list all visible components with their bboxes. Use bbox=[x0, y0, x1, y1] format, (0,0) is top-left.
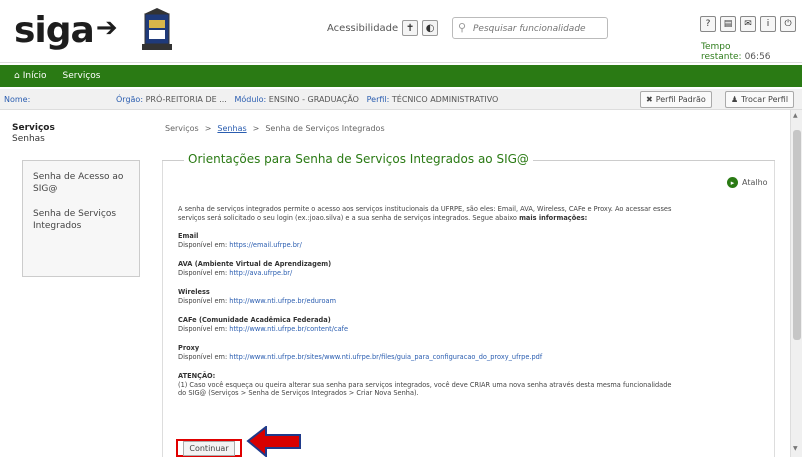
accessibility-icon[interactable]: ✝ bbox=[402, 20, 419, 36]
service-title: AVA (Ambiente Virtual de Aprendizagem) bbox=[178, 260, 332, 268]
intro-more: mais informações: bbox=[519, 213, 588, 222]
instructions: A senha de serviços integrados permite o… bbox=[178, 205, 678, 409]
user-info-bar: Nome: Órgão: PRÓ-REITORIA DE ... Módulo:… bbox=[0, 89, 802, 110]
university-crest-icon bbox=[142, 8, 172, 50]
trocar-perfil-button[interactable]: ♟ Trocar Perfil bbox=[725, 91, 795, 108]
service-link[interactable]: http://www.nti.ufrpe.br/content/cafe bbox=[229, 325, 348, 333]
breadcrumb-separator: > bbox=[252, 124, 260, 133]
service-prefix: Disponível em: bbox=[178, 296, 228, 305]
power-icon[interactable]: ⏻ bbox=[780, 16, 796, 32]
breadcrumb-servicos[interactable]: Serviços bbox=[165, 124, 199, 133]
service-title: CAFe (Comunidade Acadêmica Federada) bbox=[178, 316, 331, 324]
continue-button[interactable]: Continuar bbox=[183, 440, 235, 456]
intro-text: A senha de serviços integrados permite o… bbox=[178, 205, 672, 222]
service-section: Wireless Disponível em: http://www.nti.u… bbox=[178, 288, 678, 305]
search-input[interactable] bbox=[473, 21, 603, 36]
pin-icon: ✖ bbox=[646, 95, 653, 104]
trocar-perfil-label: Trocar Perfil bbox=[741, 95, 789, 104]
header-tools: ? ▤ ✉ i ⏻ bbox=[700, 16, 796, 32]
atalho-link[interactable]: ▸ Atalho bbox=[727, 177, 768, 188]
logo-arrow-icon: ➔ bbox=[95, 13, 118, 43]
perfil-label: Perfil: bbox=[366, 95, 390, 104]
breadcrumb-senhas[interactable]: Senhas bbox=[217, 124, 246, 133]
session-timer: Tempo restante: 06:56 bbox=[701, 42, 802, 62]
modulo-value: ENSINO - GRADUAÇÃO bbox=[268, 95, 359, 104]
search-box: ⚲ bbox=[452, 17, 608, 39]
main-menu: ⌂ Início Serviços bbox=[0, 65, 802, 87]
page-title: Orientações para Senha de Serviços Integ… bbox=[184, 152, 533, 166]
scrollbar[interactable]: ▲ ▼ bbox=[790, 110, 802, 457]
breadcrumb-current: Senha de Serviços Integrados bbox=[265, 124, 385, 133]
menu-services-label: Serviços bbox=[62, 71, 101, 81]
menu-home[interactable]: ⌂ Início bbox=[14, 71, 47, 81]
modulo-label: Módulo: bbox=[234, 95, 267, 104]
shortcut-icon: ▸ bbox=[727, 177, 738, 188]
attention-title: ATENÇÃO: bbox=[178, 372, 216, 380]
service-prefix: Disponível em: bbox=[178, 324, 228, 333]
mail-icon[interactable]: ✉ bbox=[740, 16, 756, 32]
sidebar-subtitle: Senhas bbox=[12, 134, 45, 144]
pointer-arrow-icon bbox=[246, 426, 301, 457]
service-section: Proxy Disponível em: http://www.nti.ufrp… bbox=[178, 344, 678, 361]
orgao-value: PRÓ-REITORIA DE ... bbox=[145, 95, 227, 104]
orgao-label: Órgão: bbox=[116, 95, 144, 104]
perfil-padrao-button[interactable]: ✖ Perfil Padrão bbox=[640, 91, 712, 108]
header: siga➔ Acessibilidade ✝ ◐ ⚲ ? ▤ ✉ i ⏻ Tem… bbox=[0, 0, 802, 63]
home-icon: ⌂ bbox=[14, 71, 20, 81]
service-section: Email Disponível em: https://email.ufrpe… bbox=[178, 232, 678, 249]
service-section: CAFe (Comunidade Acadêmica Federada) Dis… bbox=[178, 316, 678, 333]
contrast-icon[interactable]: ◐ bbox=[422, 20, 439, 36]
service-link[interactable]: http://ava.ufrpe.br/ bbox=[229, 269, 292, 277]
title-divider bbox=[162, 160, 184, 161]
sidebar-title: Serviços bbox=[12, 123, 55, 133]
attention-section: ATENÇÃO: (1) Caso você esqueça ou queira… bbox=[178, 372, 678, 398]
scrollbar-thumb[interactable] bbox=[793, 130, 801, 340]
sidebar-item-senha-servicos[interactable]: Senha de Serviços Integrados bbox=[33, 208, 129, 232]
service-link[interactable]: http://www.nti.ufrpe.br/eduroam bbox=[229, 297, 336, 305]
scroll-up-icon[interactable]: ▲ bbox=[793, 112, 798, 119]
search-icon: ⚲ bbox=[458, 21, 467, 34]
service-prefix: Disponível em: bbox=[178, 240, 228, 249]
time-value: 06:56 bbox=[744, 52, 771, 62]
service-link[interactable]: https://email.ufrpe.br/ bbox=[229, 241, 302, 249]
help-icon[interactable]: ? bbox=[700, 16, 716, 32]
menu-services[interactable]: Serviços bbox=[63, 71, 101, 81]
service-title: Email bbox=[178, 232, 199, 240]
user-context: Órgão: PRÓ-REITORIA DE ... Módulo: ENSIN… bbox=[116, 95, 498, 104]
time-label: Tempo restante: bbox=[701, 42, 742, 62]
sidebar-header: Serviços Senhas bbox=[12, 123, 55, 145]
sidebar-menu: Senha de Acesso ao SIG@ Senha de Serviço… bbox=[22, 160, 140, 277]
siga-logo[interactable]: siga➔ bbox=[14, 10, 118, 51]
nome-label: Nome: bbox=[4, 95, 31, 104]
accessibility-bar: Acessibilidade ✝ ◐ bbox=[327, 20, 439, 36]
continue-highlight: Continuar bbox=[176, 439, 242, 457]
breadcrumb-separator: > bbox=[204, 124, 212, 133]
attention-text: (1) Caso você esqueça ou queira alterar … bbox=[178, 380, 672, 398]
user-icon: ♟ bbox=[731, 95, 739, 104]
perfil-value: TÉCNICO ADMINISTRATIVO bbox=[391, 95, 499, 104]
scroll-down-icon[interactable]: ▼ bbox=[793, 445, 798, 452]
accessibility-label: Acessibilidade bbox=[327, 22, 399, 34]
service-link[interactable]: http://www.nti.ufrpe.br/sites/www.nti.uf… bbox=[229, 353, 542, 361]
service-section: AVA (Ambiente Virtual de Aprendizagem) D… bbox=[178, 260, 678, 277]
sidebar-item-senha-acesso[interactable]: Senha de Acesso ao SIG@ bbox=[33, 171, 129, 195]
service-title: Wireless bbox=[178, 288, 210, 296]
atalho-label: Atalho bbox=[742, 178, 768, 187]
service-prefix: Disponível em: bbox=[178, 268, 228, 277]
service-prefix: Disponível em: bbox=[178, 352, 228, 361]
info-icon[interactable]: i bbox=[760, 16, 776, 32]
book-icon[interactable]: ▤ bbox=[720, 16, 736, 32]
perfil-padrao-label: Perfil Padrão bbox=[655, 95, 706, 104]
intro-paragraph: A senha de serviços integrados permite o… bbox=[178, 205, 678, 222]
service-title: Proxy bbox=[178, 344, 200, 352]
breadcrumb: Serviços > Senhas > Senha de Serviços In… bbox=[165, 124, 385, 133]
menu-home-label: Início bbox=[22, 71, 47, 81]
